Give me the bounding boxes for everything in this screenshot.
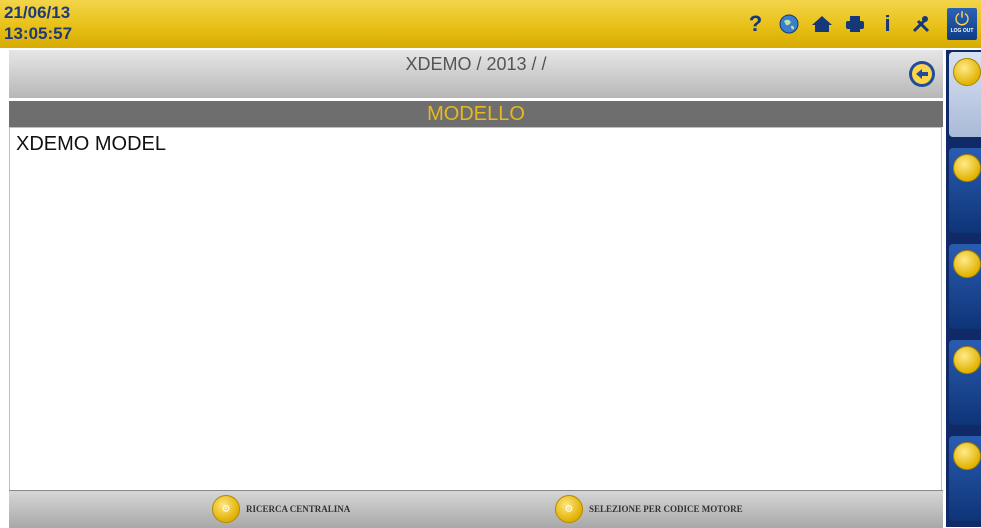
engine-code-icon: ⚙ (555, 495, 583, 523)
help-icon[interactable]: ? (739, 10, 772, 38)
back-arrow-icon (912, 64, 932, 84)
gauge-icon (953, 346, 981, 374)
home-icon[interactable] (805, 10, 838, 38)
top-bar: 21/06/13 13:05:57 ? i ⏻ LOG OUT (0, 0, 981, 48)
logout-button[interactable]: ⏻ LOG OUT (947, 8, 977, 40)
engine-code-label: SELEZIONE PER CODICE MOTORE (589, 504, 743, 514)
breadcrumb: XDEMO / 2013 / / (405, 54, 547, 74)
flag-icon (953, 442, 981, 470)
info-icon[interactable]: i (871, 10, 904, 38)
print-icon[interactable] (838, 10, 871, 38)
toolbar-icons: ? i (739, 10, 937, 38)
globe-icon[interactable] (772, 10, 805, 38)
search-ecu-icon: ⚙ (212, 495, 240, 523)
search-ecu-button[interactable]: ⚙ RICERCA CENTRALINA (212, 495, 350, 523)
diagnosis-icon (953, 58, 981, 86)
right-sidebar (946, 50, 981, 527)
service-icon (953, 154, 981, 182)
breadcrumb-bar: XDEMO / 2013 / / (9, 50, 943, 98)
sidebar-button-flag[interactable] (949, 436, 981, 521)
logout-label: LOG OUT (950, 28, 974, 34)
power-icon: ⏻ (954, 9, 970, 29)
sidebar-button-diagnosis[interactable] (949, 52, 981, 137)
bottom-toolbar: ⚙ RICERCA CENTRALINA ⚙ SELEZIONE PER COD… (9, 490, 943, 528)
sidebar-button-signal[interactable] (949, 244, 981, 329)
back-button[interactable] (909, 61, 935, 87)
sidebar-button-gauge[interactable] (949, 340, 981, 425)
section-title: MODELLO (427, 103, 525, 125)
sidebar-button-service[interactable] (949, 148, 981, 233)
section-header: MODELLO (9, 101, 943, 127)
model-list: XDEMO MODEL (9, 127, 942, 491)
tools-icon[interactable] (904, 10, 937, 38)
signal-icon (953, 250, 981, 278)
list-item[interactable]: XDEMO MODEL (16, 133, 166, 156)
search-ecu-label: RICERCA CENTRALINA (246, 504, 351, 514)
time-display: 13:05:57 (4, 24, 73, 43)
date-display: 21/06/13 (4, 3, 71, 22)
engine-code-button[interactable]: ⚙ SELEZIONE PER CODICE MOTORE (555, 495, 743, 523)
